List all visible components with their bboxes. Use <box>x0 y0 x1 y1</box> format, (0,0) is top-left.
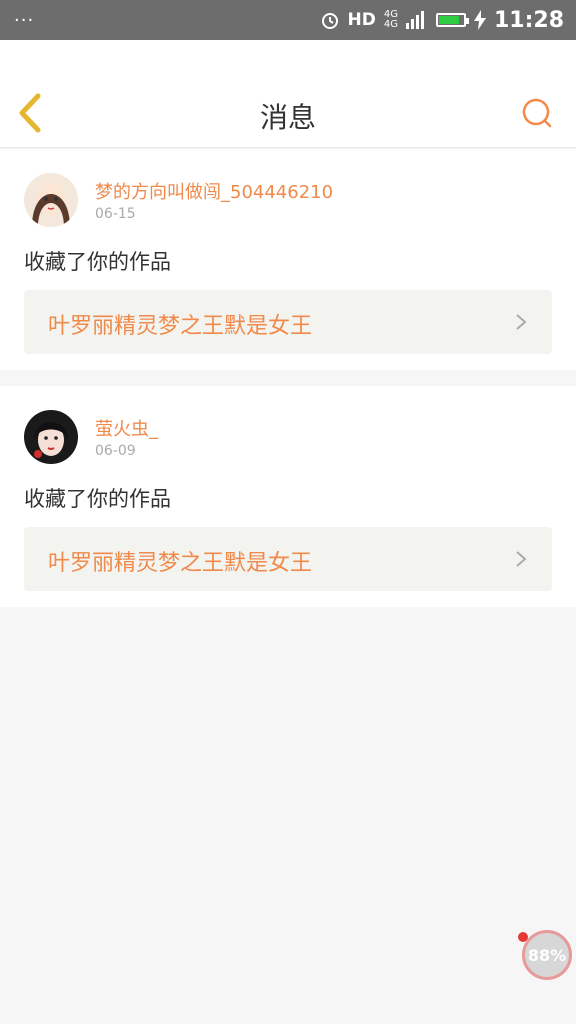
username[interactable]: 萤火虫_ <box>95 415 158 441</box>
hd-label: HD <box>347 10 376 30</box>
avatar[interactable] <box>24 410 78 464</box>
action-text: 收藏了你的作品 <box>24 250 171 274</box>
message-date: 06-09 <box>95 443 136 459</box>
status-icons: HD 4G 4G 11:28 <box>320 7 564 33</box>
network-type: 4G 4G <box>384 10 398 30</box>
message-item: 萤火虫_ 06-09 收藏了你的作品 叶罗丽精灵梦之王默是女王 <box>0 386 576 607</box>
username[interactable]: 梦的方向叫做闯_504446210 <box>95 178 333 204</box>
work-title: 叶罗丽精灵梦之王默是女王 <box>48 314 313 339</box>
status-bar: ··· HD 4G 4G 11:28 <box>0 0 576 40</box>
signal-icon <box>405 11 424 29</box>
chevron-right-icon <box>516 314 527 330</box>
notification-dot <box>518 932 528 942</box>
battery-icon <box>435 13 469 27</box>
battery-level <box>438 16 459 24</box>
network-type-bottom: 4G <box>383 19 398 30</box>
badge-label: 88% <box>527 945 567 965</box>
chevron-right-icon <box>516 551 527 567</box>
work-link[interactable]: 叶罗丽精灵梦之王默是女王 <box>24 527 552 591</box>
page-title: 消息 <box>259 101 316 134</box>
floating-memory-badge[interactable]: 88% <box>522 930 572 980</box>
work-link[interactable]: 叶罗丽精灵梦之王默是女王 <box>24 290 552 354</box>
action-text: 收藏了你的作品 <box>24 487 171 511</box>
message-item: 梦的方向叫做闯_504446210 06-15 收藏了你的作品 叶罗丽精灵梦之王… <box>0 149 576 370</box>
charging-icon <box>473 10 486 30</box>
clock-time: 11:28 <box>493 7 564 33</box>
notification-dots: ··· <box>14 9 35 31</box>
message-date: 06-15 <box>95 206 136 222</box>
avatar[interactable] <box>24 173 78 227</box>
app-header: 消息 <box>0 40 576 148</box>
alarm-icon <box>321 13 338 29</box>
search-icon[interactable] <box>520 96 554 130</box>
work-title: 叶罗丽精灵梦之王默是女王 <box>48 551 313 576</box>
